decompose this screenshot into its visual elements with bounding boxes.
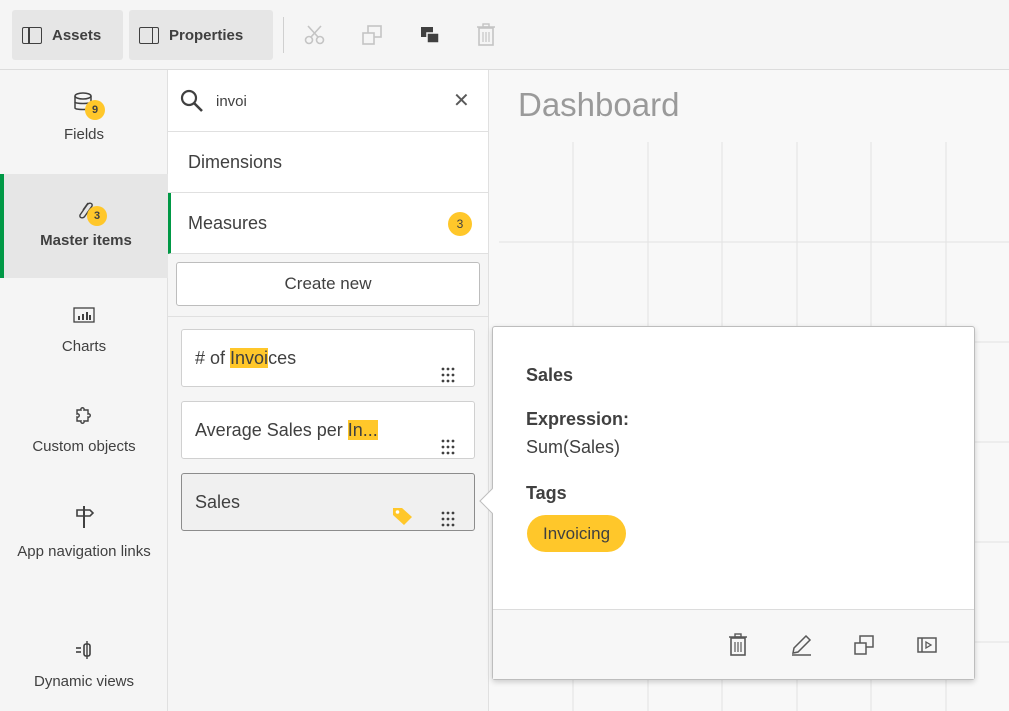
master-item-label-post: ces: [268, 348, 297, 368]
duplicate-icon[interactable]: [851, 632, 877, 658]
tag-icon: [392, 492, 414, 548]
tag-chip[interactable]: Invoicing: [527, 515, 627, 552]
link-icon: 3: [71, 194, 107, 226]
fields-count-badge: 9: [85, 100, 105, 120]
nav-item-master-items[interactable]: 3 Master items: [0, 174, 168, 278]
expression-label: Expression:: [526, 409, 630, 429]
properties-button[interactable]: Properties: [129, 10, 273, 60]
search-bar: ✕: [168, 70, 488, 132]
signpost-icon: [69, 502, 99, 532]
toolbar: Assets Properties: [0, 0, 1009, 70]
expression-value: Sum(Sales): [526, 437, 621, 457]
master-item-label-pre: # of: [195, 348, 231, 368]
search-input[interactable]: [216, 86, 446, 116]
nav-item-charts[interactable]: Charts: [0, 300, 168, 370]
clear-search-icon[interactable]: ✕: [453, 88, 470, 113]
nav-item-app-navigation-links[interactable]: App navigation links: [0, 502, 168, 598]
section-dimensions-label: Dimensions: [188, 152, 283, 172]
master-items-count-badge: 3: [87, 206, 107, 226]
master-item-label-pre: Sales: [195, 492, 241, 512]
section-dimensions[interactable]: Dimensions: [168, 132, 488, 193]
nav-item-dynamic-views[interactable]: Dynamic views: [0, 635, 168, 705]
nav-label-app-navigation-links: App navigation links: [17, 543, 151, 560]
puzzle-icon: [69, 400, 99, 430]
preview-icon[interactable]: [914, 632, 940, 658]
toolbar-divider: [283, 17, 284, 53]
master-item-card[interactable]: # of Invoices: [181, 329, 475, 387]
properties-label: Properties: [169, 26, 244, 44]
section-measures[interactable]: Measures 3: [168, 193, 488, 254]
master-item-card-selected[interactable]: Sales: [181, 473, 475, 531]
duplicate-icon[interactable]: [360, 22, 384, 48]
delete-icon[interactable]: [474, 22, 498, 48]
panel-left-icon: [22, 26, 42, 44]
nav-label-fields: Fields: [63, 126, 104, 143]
delete-icon[interactable]: [725, 632, 751, 658]
assets-button[interactable]: Assets: [12, 10, 123, 60]
edit-icon[interactable]: [788, 632, 814, 658]
panel-divider: [168, 316, 488, 317]
nav-label-master-items: Master items: [40, 232, 132, 249]
panel-right-icon: [139, 26, 159, 44]
master-item-card[interactable]: Average Sales per In...: [181, 401, 475, 459]
tags-label: Tags: [526, 483, 567, 503]
section-measures-label: Measures: [188, 213, 268, 233]
master-item-label-pre: Average Sales per: [195, 420, 348, 440]
cut-icon[interactable]: [303, 22, 327, 48]
search-match-highlight: Invoi: [230, 348, 269, 368]
drag-handle-icon[interactable]: [440, 422, 456, 455]
search-match-highlight: In...: [347, 420, 378, 440]
sheet-title: Dashboard: [518, 86, 680, 123]
nav-label-charts: Charts: [61, 338, 107, 355]
drag-handle-icon[interactable]: [440, 350, 456, 383]
assets-label: Assets: [52, 26, 102, 44]
send-to-back-icon[interactable]: [418, 22, 442, 48]
chart-icon: [69, 300, 99, 330]
create-new-button[interactable]: Create new: [176, 262, 480, 306]
nav-label-dynamic-views: Dynamic views: [33, 673, 135, 690]
assets-nav: 9 Fields 3 Master items Charts Custom ob…: [0, 70, 168, 711]
drag-handle-icon[interactable]: [440, 494, 456, 527]
master-items-panel: ✕ Dimensions Measures 3 Create new # of …: [168, 70, 489, 711]
popover-title: Sales: [526, 365, 574, 385]
popover-footer: [493, 609, 974, 679]
database-icon: 9: [69, 88, 105, 120]
nav-item-fields[interactable]: 9 Fields: [0, 88, 168, 178]
nav-label-custom-objects: Custom objects: [32, 438, 136, 455]
measures-count-badge: 3: [448, 212, 472, 236]
nav-item-custom-objects[interactable]: Custom objects: [0, 400, 168, 470]
dynamic-view-icon: [69, 635, 99, 665]
master-item-details-popover: Sales Expression: Sum(Sales) Tags Invoic…: [479, 326, 975, 680]
search-icon: [180, 89, 204, 116]
